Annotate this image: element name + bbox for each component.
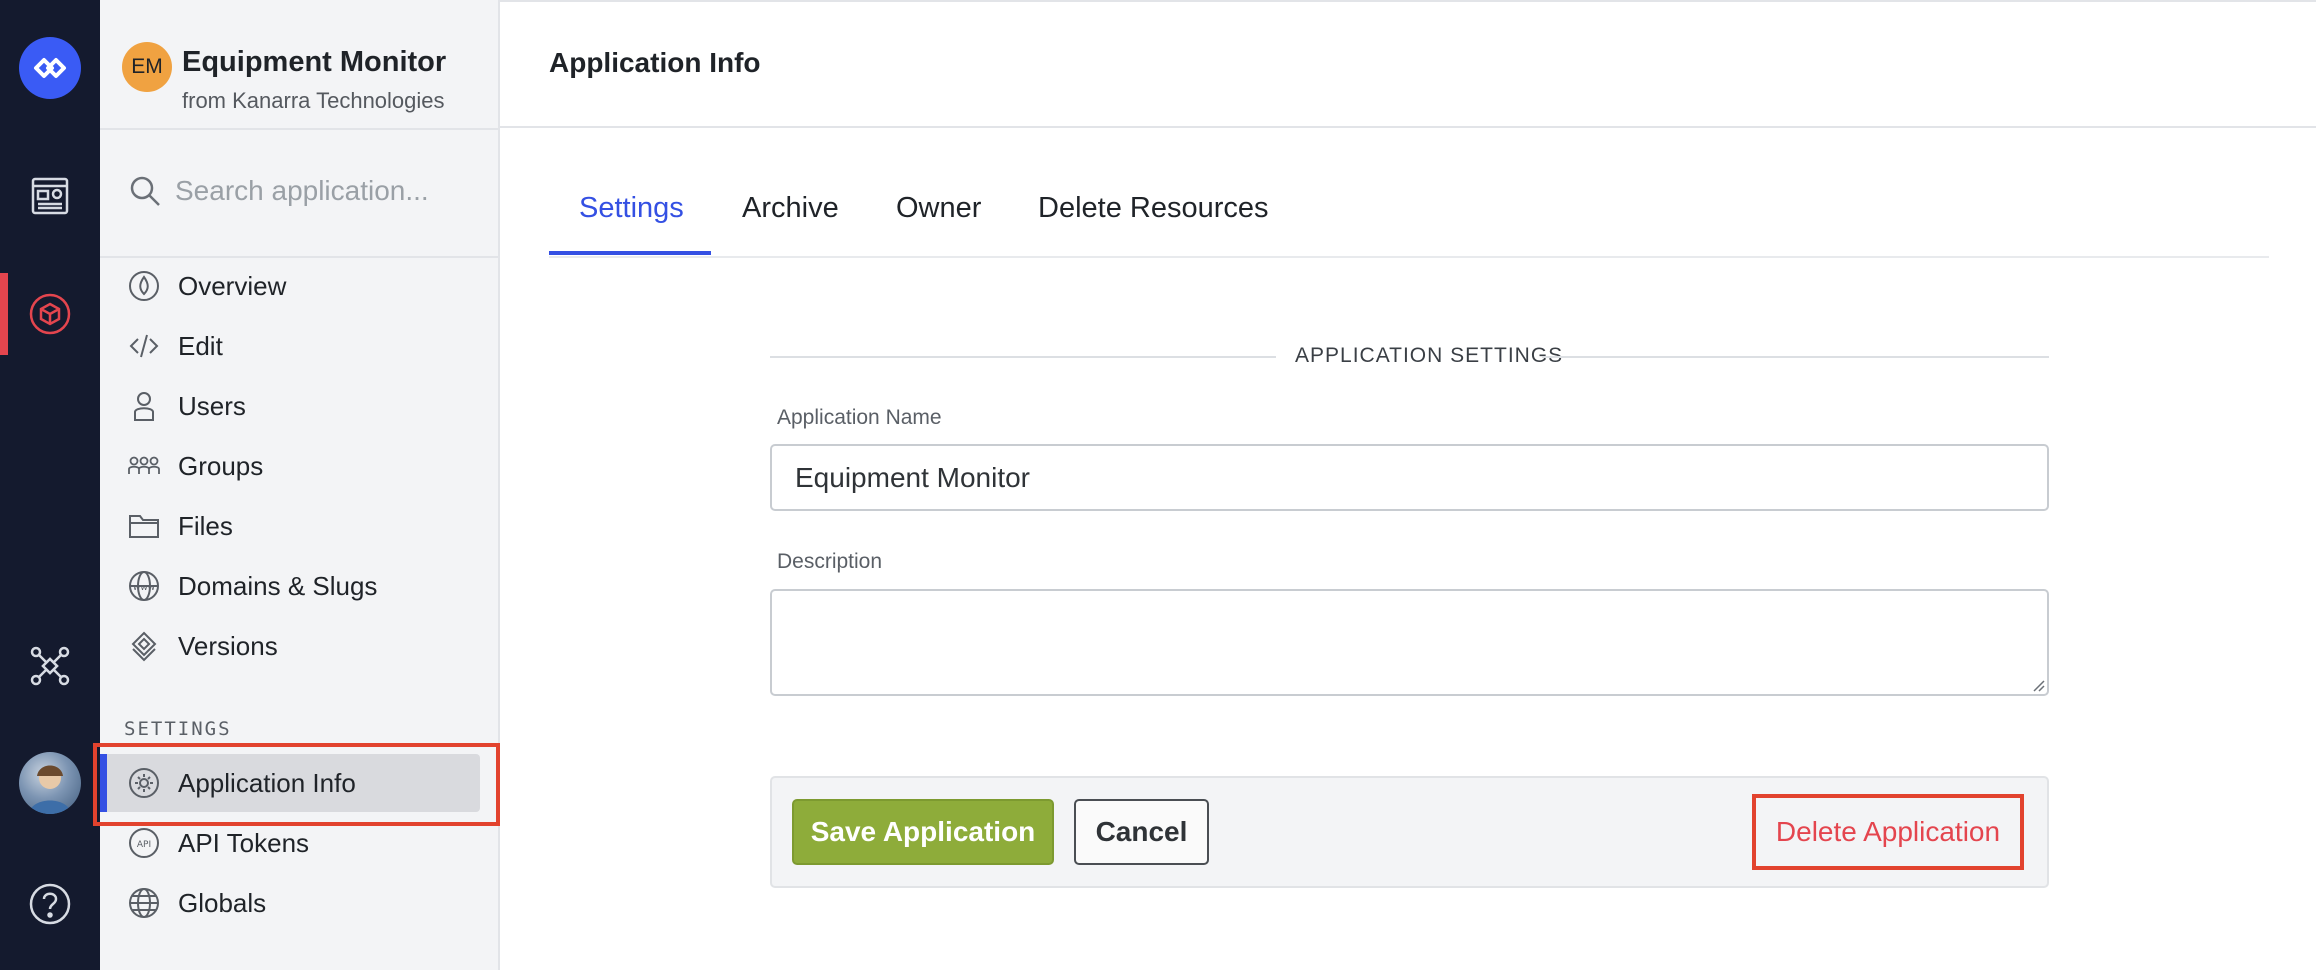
sidebar-item-label: Application Info: [178, 768, 356, 798]
versions-icon: [128, 630, 160, 662]
sidebar-item-label: Overview: [178, 271, 287, 301]
application-name-label: Application Name: [777, 406, 942, 429]
sidebar-item-application-info[interactable]: Application Info: [100, 755, 498, 811]
search-input[interactable]: [175, 166, 475, 216]
sidebar-item-edit[interactable]: Edit: [100, 318, 498, 374]
groups-icon: [128, 450, 160, 482]
divider: [1542, 356, 2049, 358]
svg-text:API: API: [137, 840, 151, 850]
sidebar-item-domains[interactable]: www Domains & Slugs: [100, 558, 498, 614]
app-org: from Kanarra Technologies: [182, 88, 445, 113]
page-title: Application Info: [549, 47, 761, 78]
sidebar-item-users[interactable]: Users: [100, 378, 498, 434]
logo-icon[interactable]: [19, 37, 81, 99]
sidebar-item-label: API Tokens: [178, 828, 310, 858]
search-bar: [100, 128, 498, 258]
section-title: APPLICATION SETTINGS: [1295, 344, 1564, 367]
svg-text:www: www: [133, 583, 155, 593]
edit-code-icon: [128, 330, 160, 362]
save-button[interactable]: Save Application: [792, 799, 1054, 865]
left-rail: [0, 0, 100, 970]
application-name-field[interactable]: [770, 444, 2049, 511]
sidebar-item-globals[interactable]: Globals: [100, 875, 498, 931]
description-field[interactable]: [770, 589, 2049, 696]
globe-icon: [128, 887, 160, 919]
user-avatar[interactable]: [19, 752, 81, 814]
sidebar-item-label: Groups: [178, 451, 264, 481]
tab-delete-resources[interactable]: Delete Resources: [1038, 192, 1269, 225]
sidebar-item-label: Domains & Slugs: [178, 571, 378, 601]
dashboard-icon[interactable]: [26, 172, 74, 220]
app-header: EM Equipment Monitor from Kanarra Techno…: [100, 0, 498, 130]
sidebar-item-overview[interactable]: Overview: [100, 258, 498, 314]
sidebar-item-label: Versions: [178, 631, 278, 661]
sidebar-item-label: Edit: [178, 331, 223, 361]
app-name: Equipment Monitor: [182, 46, 447, 78]
active-tab-underline: [549, 251, 711, 255]
gear-icon: [128, 767, 160, 799]
applications-cube-icon[interactable]: [26, 290, 74, 338]
api-icon: API: [128, 827, 160, 859]
description-label: Description: [777, 550, 883, 573]
divider: [770, 356, 1276, 358]
sidebar-item-versions[interactable]: Versions: [100, 618, 498, 674]
tab-bar: Settings Archive Owner Delete Resources: [549, 170, 2269, 258]
sidebar-item-label: Files: [178, 511, 233, 541]
sidebar-item-label: Globals: [178, 888, 267, 918]
resize-handle-icon[interactable]: [2029, 676, 2045, 692]
user-icon: [128, 390, 160, 422]
settings-section-label: SETTINGS: [124, 718, 232, 740]
top-bar: [500, 0, 2316, 128]
www-globe-icon: www: [128, 570, 160, 602]
rail-active-indicator: [0, 273, 8, 355]
network-icon[interactable]: [26, 642, 74, 690]
delete-application-button[interactable]: Delete Application: [1752, 794, 2024, 870]
sidebar-item-groups[interactable]: Groups: [100, 438, 498, 494]
tab-archive[interactable]: Archive: [742, 192, 839, 225]
cancel-button[interactable]: Cancel: [1074, 799, 1209, 865]
sidebar-item-api-tokens[interactable]: API API Tokens: [100, 815, 498, 871]
search-icon: [128, 174, 162, 213]
folder-icon: [128, 510, 160, 542]
sidebar-item-label: Users: [178, 391, 246, 421]
sidebar-item-files[interactable]: Files: [100, 498, 498, 554]
help-icon[interactable]: [26, 880, 74, 928]
overview-icon: [128, 270, 160, 302]
app-badge: EM: [122, 42, 172, 92]
tab-owner[interactable]: Owner: [896, 192, 981, 225]
tab-settings[interactable]: Settings: [579, 192, 684, 225]
